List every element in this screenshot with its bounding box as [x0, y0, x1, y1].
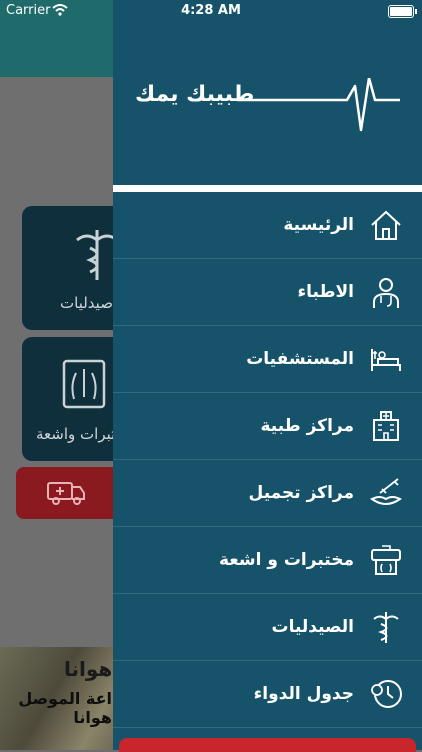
menu-item-doctors[interactable]: الاطباء: [113, 259, 422, 326]
news-title: هوانا: [64, 657, 113, 681]
hospital-bed-icon: [368, 341, 404, 377]
drawer-divider: [113, 185, 422, 192]
medical-center-icon: [368, 408, 404, 444]
menu-item-cosmetic-centers[interactable]: مراكز تجميل: [113, 460, 422, 527]
news-subtitle: اعة الموصل هوانا: [18, 689, 112, 727]
drawer-menu: الرئيسية الاطباء المستشفيات مراكز طبية م…: [113, 192, 422, 728]
status-bar: Carrier 4:28 AM: [0, 0, 422, 22]
menu-item-label: مراكز تجميل: [248, 483, 354, 503]
menu-item-medication-schedule[interactable]: جدول الدواء: [113, 661, 422, 728]
menu-item-label: مراكز طبية: [260, 416, 354, 436]
menu-item-label: الصيدليات: [271, 617, 354, 637]
home-icon: [368, 207, 404, 243]
menu-item-pharmacies[interactable]: الصيدليات: [113, 594, 422, 661]
menu-item-label: جدول الدواء: [253, 684, 354, 704]
drawer-header: طبيبك يمك: [113, 0, 422, 185]
cosmetic-icon: [368, 475, 404, 511]
xray-icon: [62, 359, 106, 409]
menu-item-labs[interactable]: مختبرات و اشعة: [113, 527, 422, 594]
status-time: 4:28 AM: [181, 3, 241, 18]
menu-item-medical-centers[interactable]: مراكز طبية: [113, 393, 422, 460]
menu-item-label: الاطباء: [297, 282, 354, 302]
heartbeat-line-icon: [237, 78, 400, 132]
menu-item-label: مختبرات و اشعة: [219, 550, 354, 570]
menu-item-label: الرئيسية: [283, 215, 354, 235]
doctor-icon: [368, 274, 404, 310]
medication-schedule-icon: [368, 676, 404, 712]
menu-item-hospitals[interactable]: المستشفيات: [113, 326, 422, 393]
menu-item-label: المستشفيات: [246, 349, 354, 369]
side-drawer: طبيبك يمك الرئيسية الاطباء المستشفيات مر…: [113, 0, 422, 752]
battery-icon: [388, 5, 417, 18]
menu-item-home[interactable]: الرئيسية: [113, 192, 422, 259]
pharmacy-icon: [368, 609, 404, 645]
ambulance-icon: [47, 482, 85, 505]
lab-xray-icon: [368, 542, 404, 578]
